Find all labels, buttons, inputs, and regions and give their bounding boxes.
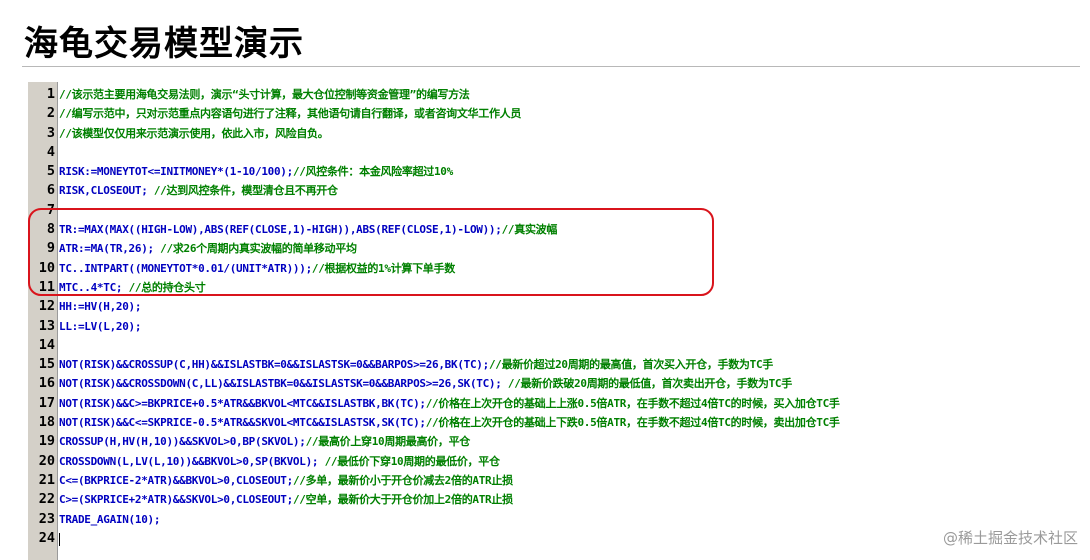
- code-comment: //多单，最新价小于开仓价减去2倍的ATR止损: [292, 473, 513, 487]
- line-number: 1: [46, 86, 55, 102]
- code-statement: RISK:=MONEYTOT<=INITMONEY*(1-10/100);: [59, 165, 293, 179]
- code-comment: //价格在上次开仓的基础上下跌0.5倍ATR，在手数不超过4倍TC的时候，卖出加…: [425, 416, 840, 430]
- line-number: 5: [46, 163, 55, 180]
- line-number: 2: [46, 105, 55, 122]
- code-line[interactable]: 18 NOT(RISK)&&C<=SKPRICE-0.5*ATR&&SKVOL<M…: [28, 413, 1082, 432]
- code-statement: C<=(BKPRICE-2*ATR)&&BKVOL>0,CLOSEOUT;: [59, 473, 293, 487]
- code-comment: //达到风控条件，模型清仓且不再开仓: [153, 184, 338, 198]
- code-statement: C>=(SKPRICE+2*ATR)&&SKVOL>0,CLOSEOUT;: [59, 493, 293, 507]
- code-comment: //风控条件：本金风险率超过10%: [292, 165, 453, 179]
- code-line[interactable]: 17 NOT(RISK)&&C>=BKPRICE+0.5*ATR&&BKVOL<M…: [28, 394, 1082, 413]
- code-statement: NOT(RISK)&&CROSSDOWN(C,LL)&&ISLASTBK=0&&…: [59, 377, 508, 391]
- code-text: C>=(SKPRICE+2*ATR)&&SKVOL>0,CLOSEOUT;//空…: [59, 490, 513, 509]
- line-number: 19: [38, 433, 55, 450]
- text-cursor: [59, 532, 60, 546]
- code-comment: //空单，最新价大于开仓价加上2倍的ATR止损: [292, 493, 513, 507]
- line-number: 3: [46, 124, 55, 141]
- line-number: 22: [38, 491, 55, 508]
- code-line[interactable]: 1 //该示范主要用海龟交易法则，演示“头寸计算，最大仓位控制等资金管理”的编写方…: [28, 85, 1082, 104]
- highlight-annotation-box: [28, 208, 714, 296]
- code-editor[interactable]: 1 //该示范主要用海龟交易法则，演示“头寸计算，最大仓位控制等资金管理”的编写方…: [28, 82, 1082, 560]
- line-number: 21: [38, 471, 55, 488]
- line-number: 24: [38, 529, 55, 546]
- code-statement: RISK,CLOSEOUT;: [59, 184, 154, 198]
- line-number: 18: [38, 414, 55, 431]
- line-number: 23: [38, 510, 55, 527]
- code-line[interactable]: 16 NOT(RISK)&&CROSSDOWN(C,LL)&&ISLASTBK=0…: [28, 374, 1082, 393]
- code-text: LL:=LV(L,20);: [59, 317, 142, 336]
- line-number: 4: [46, 143, 55, 160]
- code-line[interactable]: 22 C>=(SKPRICE+2*ATR)&&SKVOL>0,CLOSEOUT;/…: [28, 490, 1082, 509]
- code-line[interactable]: 15 NOT(RISK)&&CROSSUP(C,HH)&&ISLASTBK=0&&…: [28, 355, 1082, 374]
- code-statement: NOT(RISK)&&CROSSUP(C,HH)&&ISLASTBK=0&&IS…: [59, 358, 489, 372]
- code-line[interactable]: 21 C<=(BKPRICE-2*ATR)&&BKVOL>0,CLOSEOUT;/…: [28, 471, 1082, 490]
- code-text: RISK:=MONEYTOT<=INITMONEY*(1-10/100);//风…: [59, 162, 453, 181]
- code-text: NOT(RISK)&&C>=BKPRICE+0.5*ATR&&BKVOL<MTC…: [59, 394, 840, 413]
- code-comment: //最高价上穿10周期最高价，平仓: [305, 435, 471, 449]
- code-line[interactable]: 19 CROSSUP(H,HV(H,10))&&SKVOL>0,BP(SKVOL)…: [28, 432, 1082, 451]
- page-title: 海龟交易模型演示: [24, 24, 304, 64]
- code-line[interactable]: 23 TRADE_AGAIN(10);: [28, 510, 1082, 529]
- code-text: //该模型仅仅用来示范演示使用，依此入市，风险自负。: [59, 124, 329, 143]
- code-statement: CROSSUP(H,HV(H,10))&&SKVOL>0,BP(SKVOL);: [59, 435, 306, 449]
- code-text: //编写示范中，只对示范重点内容语句进行了注释，其他语句请自行翻译，或者咨询文华…: [59, 104, 521, 123]
- title-divider: [22, 66, 1080, 67]
- code-line[interactable]: 3 //该模型仅仅用来示范演示使用，依此入市，风险自负。: [28, 124, 1082, 143]
- watermark: @稀土掘金技术社区: [942, 529, 1078, 547]
- code-comment: //编写示范中，只对示范重点内容语句进行了注释，其他语句请自行翻译，或者咨询文华…: [59, 107, 522, 121]
- code-text: CROSSUP(H,HV(H,10))&&SKVOL>0,BP(SKVOL);/…: [59, 432, 470, 451]
- code-line[interactable]: 12 HH:=HV(H,20);: [28, 297, 1082, 316]
- code-comment: //该示范主要用海龟交易法则，演示“头寸计算，最大仓位控制等资金管理”的编写方法: [59, 88, 470, 101]
- code-line[interactable]: 20 CROSSDOWN(L,LV(L,10))&&BKVOL>0,SP(BKVO…: [28, 452, 1082, 471]
- code-comment: //该模型仅仅用来示范演示使用，依此入市，风险自负。: [59, 126, 329, 140]
- code-text: NOT(RISK)&&CROSSUP(C,HH)&&ISLASTBK=0&&IS…: [59, 355, 773, 374]
- line-number: 12: [38, 298, 55, 315]
- code-comment: //最新价跌破20周期的最低值，首次卖出开仓，手数为TC手: [507, 377, 792, 391]
- code-statement: HH:=HV(H,20);: [59, 300, 142, 314]
- code-comment: //最低价下穿10周期的最低价，平仓: [324, 454, 500, 468]
- line-number: 17: [38, 394, 55, 411]
- line-number: 13: [38, 317, 55, 334]
- line-number: 14: [38, 336, 55, 353]
- code-comment: //价格在上次开仓的基础上上涨0.5倍ATR，在手数不超过4倍TC的时候，买入加…: [425, 396, 840, 410]
- code-text: C<=(BKPRICE-2*ATR)&&BKVOL>0,CLOSEOUT;//多…: [59, 471, 513, 490]
- code-text: NOT(RISK)&&CROSSDOWN(C,LL)&&ISLASTBK=0&&…: [59, 374, 792, 393]
- line-number: 20: [38, 452, 55, 469]
- code-line[interactable]: 13 LL:=LV(L,20);: [28, 317, 1082, 336]
- code-statement: NOT(RISK)&&C>=BKPRICE+0.5*ATR&&BKVOL<MTC…: [59, 396, 426, 410]
- code-line[interactable]: 2 //编写示范中，只对示范重点内容语句进行了注释，其他语句请自行翻译，或者咨询文…: [28, 104, 1082, 123]
- code-line[interactable]: 4: [28, 143, 1082, 162]
- code-text: TRADE_AGAIN(10);: [59, 510, 160, 529]
- code-text: HH:=HV(H,20);: [59, 297, 142, 316]
- code-line[interactable]: 6 RISK,CLOSEOUT; //达到风控条件，模型清仓且不再开仓: [28, 181, 1082, 200]
- code-text: NOT(RISK)&&C<=SKPRICE-0.5*ATR&&SKVOL<MTC…: [59, 413, 840, 432]
- code-text: RISK,CLOSEOUT; //达到风控条件，模型清仓且不再开仓: [59, 181, 338, 200]
- line-number: 6: [46, 182, 55, 199]
- code-line[interactable]: 24: [28, 529, 1082, 548]
- line-number: 16: [38, 375, 55, 392]
- code-comment: //最新价超过20周期的最高值，首次买入开仓，手数为TC手: [488, 358, 773, 372]
- code-line[interactable]: 14: [28, 336, 1082, 355]
- code-text: CROSSDOWN(L,LV(L,10))&&BKVOL>0,SP(BKVOL)…: [59, 452, 500, 471]
- code-statement: NOT(RISK)&&C<=SKPRICE-0.5*ATR&&SKVOL<MTC…: [59, 416, 426, 430]
- code-statement: TRADE_AGAIN(10);: [59, 512, 161, 526]
- code-statement: LL:=LV(L,20);: [59, 319, 142, 333]
- code-line[interactable]: 5 RISK:=MONEYTOT<=INITMONEY*(1-10/100);//…: [28, 162, 1082, 181]
- code-statement: CROSSDOWN(L,LV(L,10))&&BKVOL>0,SP(BKVOL)…: [59, 454, 325, 468]
- code-text: //该示范主要用海龟交易法则，演示“头寸计算，最大仓位控制等资金管理”的编写方法: [59, 85, 470, 104]
- code-lines: 1 //该示范主要用海龟交易法则，演示“头寸计算，最大仓位控制等资金管理”的编写方…: [28, 85, 1082, 548]
- line-number: 15: [38, 356, 55, 373]
